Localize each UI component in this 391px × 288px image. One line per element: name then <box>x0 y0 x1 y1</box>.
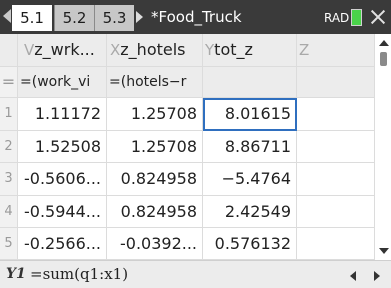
document-title: *Food_Truck <box>151 8 242 26</box>
table-cell[interactable] <box>297 98 375 131</box>
selected-cell[interactable]: 8.01615 <box>203 98 297 131</box>
table-cell[interactable] <box>297 163 375 196</box>
next-page-arrow-icon[interactable] <box>136 11 143 23</box>
column-letter: Y <box>205 41 215 59</box>
formula-scroll-left-icon[interactable] <box>350 271 356 281</box>
table-cell[interactable] <box>297 131 375 163</box>
column-header-z[interactable]: Z <box>297 34 375 67</box>
table-cell[interactable]: 0.824958 <box>107 163 203 196</box>
row-number[interactable]: 4 <box>0 196 18 228</box>
table-cell[interactable]: 1.25708 <box>107 131 203 163</box>
corner-cell <box>0 34 18 67</box>
column-name: z_wrk... <box>34 40 95 59</box>
table-cell[interactable]: 1.25708 <box>107 98 203 131</box>
scroll-down-arrow-icon[interactable] <box>379 248 389 254</box>
table-cell[interactable]: 0.824958 <box>107 196 203 228</box>
formula-bar: Y1 =sum(q1:x1) <box>0 260 391 288</box>
formula-entry[interactable]: =sum(q1:x1) <box>30 265 128 283</box>
tab-5-1[interactable]: 5.1 <box>12 5 52 31</box>
table-cell[interactable] <box>297 196 375 228</box>
row-number[interactable]: 3 <box>0 163 18 196</box>
table-cell[interactable]: −5.4764 <box>203 163 297 196</box>
formula-cell-x[interactable]: =(hotels−r <box>107 67 203 98</box>
table-cell[interactable]: 8.86711 <box>203 131 297 163</box>
tab-5-2[interactable]: 5.2 <box>54 5 94 31</box>
table-cell[interactable]: 1.11172 <box>18 98 107 131</box>
column-header-y[interactable]: Ytot_z <box>203 34 297 67</box>
formula-cell-y[interactable] <box>203 67 297 98</box>
scrollbar-thumb[interactable] <box>380 52 387 66</box>
column-name: tot_z <box>214 40 253 59</box>
tab-5-3[interactable]: 5.3 <box>94 5 134 31</box>
formula-cell-z[interactable] <box>297 67 375 98</box>
tab-bar: 5.1 5.2 5.3 *Food_Truck RAD <box>0 0 391 34</box>
column-letter: Z <box>299 41 310 59</box>
column-name: z_hotels <box>120 40 186 59</box>
row-number[interactable]: 5 <box>0 228 18 260</box>
column-letter: V <box>24 41 35 59</box>
column-header-x[interactable]: Xz_hotels <box>107 34 203 67</box>
formula-row-marker: = <box>0 67 18 98</box>
angle-mode-indicator: RAD <box>324 11 350 25</box>
table-cell[interactable]: 0.576132 <box>203 228 297 260</box>
formula-scroll-right-icon[interactable] <box>374 271 380 281</box>
formula-cell-v[interactable]: =(work_vi <box>18 67 107 98</box>
spreadsheet-grid: Vz_wrk... Xz_hotels Ytot_z Z = =(work_vi… <box>0 34 375 260</box>
row-number[interactable]: 2 <box>0 131 18 163</box>
previous-page-arrow-icon[interactable] <box>3 9 11 23</box>
table-cell[interactable]: 2.42549 <box>203 196 297 228</box>
scroll-up-arrow-icon[interactable] <box>379 40 389 46</box>
table-cell[interactable]: -0.5944... <box>18 196 107 228</box>
table-cell[interactable] <box>297 228 375 260</box>
cell-reference: Y1 <box>6 266 26 282</box>
column-header-v[interactable]: Vz_wrk... <box>18 34 107 67</box>
row-number[interactable]: 1 <box>0 98 18 131</box>
column-letter: X <box>110 41 121 59</box>
close-icon[interactable] <box>367 4 389 30</box>
table-cell[interactable]: 1.52508 <box>18 131 107 163</box>
table-cell[interactable]: -0.2566... <box>18 228 107 260</box>
table-cell[interactable]: -0.0392... <box>107 228 203 260</box>
table-cell[interactable]: -0.5606... <box>18 163 107 196</box>
battery-icon <box>351 9 362 26</box>
vertical-scrollbar[interactable] <box>376 34 391 260</box>
